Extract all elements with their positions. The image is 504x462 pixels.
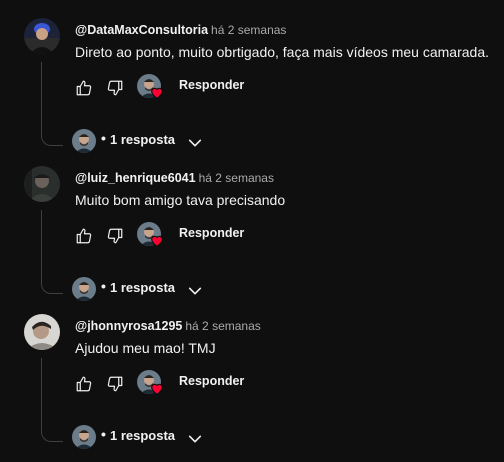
heart-icon xyxy=(150,86,164,100)
author-avatar[interactable] xyxy=(24,18,60,54)
dislike-icon[interactable] xyxy=(106,227,124,245)
reply-author-avatar xyxy=(72,425,96,449)
reply-button[interactable]: Responder xyxy=(179,226,244,240)
dislike-icon[interactable] xyxy=(106,79,124,97)
like-icon[interactable] xyxy=(75,227,93,245)
like-icon[interactable] xyxy=(75,375,93,393)
replies-count: 1 resposta xyxy=(110,428,176,443)
replies-count: 1 resposta xyxy=(110,132,176,147)
comment-thread: @luiz_henrique6041 há 2 semanas Muito bom… xyxy=(0,166,504,314)
author-avatar[interactable] xyxy=(24,166,60,202)
author-name[interactable]: @luiz_henrique6041 xyxy=(75,171,196,185)
separator-dot: • xyxy=(101,278,106,294)
author-name[interactable]: @jhonnyrosa1295 xyxy=(75,319,182,333)
comment-time[interactable]: há 2 semanas xyxy=(211,23,286,37)
comment-time[interactable]: há 2 semanas xyxy=(199,171,274,185)
chevron-down-icon xyxy=(187,431,203,447)
heart-icon xyxy=(150,234,164,248)
creator-heart-icon[interactable] xyxy=(137,370,163,396)
author-name[interactable]: @DataMaxConsultoria xyxy=(75,23,208,37)
comment-header: @luiz_henrique6041 há 2 semanas xyxy=(75,170,274,186)
comment-time[interactable]: há 2 semanas xyxy=(185,319,260,333)
like-icon[interactable] xyxy=(75,79,93,97)
comment-text: Direto ao ponto, muito obrtigado, faça m… xyxy=(75,44,489,60)
separator-dot: • xyxy=(101,426,106,442)
author-avatar[interactable] xyxy=(24,314,60,350)
reply-button[interactable]: Responder xyxy=(179,374,244,388)
creator-heart-icon[interactable] xyxy=(137,222,163,248)
creator-heart-icon[interactable] xyxy=(137,74,163,100)
comment-thread: @jhonnyrosa1295 há 2 semanas Ajudou meu m… xyxy=(0,314,504,462)
dislike-icon[interactable] xyxy=(106,375,124,393)
chevron-down-icon xyxy=(187,283,203,299)
reply-button[interactable]: Responder xyxy=(179,78,244,92)
comment-text: Ajudou meu mao! TMJ xyxy=(75,340,216,356)
replies-count: 1 resposta xyxy=(110,280,176,295)
comment-text: Muito bom amigo tava precisando xyxy=(75,192,286,208)
heart-icon xyxy=(150,382,164,396)
reply-author-avatar xyxy=(72,129,96,153)
comment-header: @jhonnyrosa1295 há 2 semanas xyxy=(75,318,261,334)
thread-connector xyxy=(41,62,63,146)
separator-dot: • xyxy=(101,130,106,146)
reply-author-avatar xyxy=(72,277,96,301)
comment-header: @DataMaxConsultoria há 2 semanas xyxy=(75,22,286,38)
thread-connector xyxy=(41,358,63,442)
comment-thread: @DataMaxConsultoria há 2 semanas Direto a… xyxy=(0,18,504,166)
thread-connector xyxy=(41,210,63,294)
chevron-down-icon xyxy=(187,135,203,151)
